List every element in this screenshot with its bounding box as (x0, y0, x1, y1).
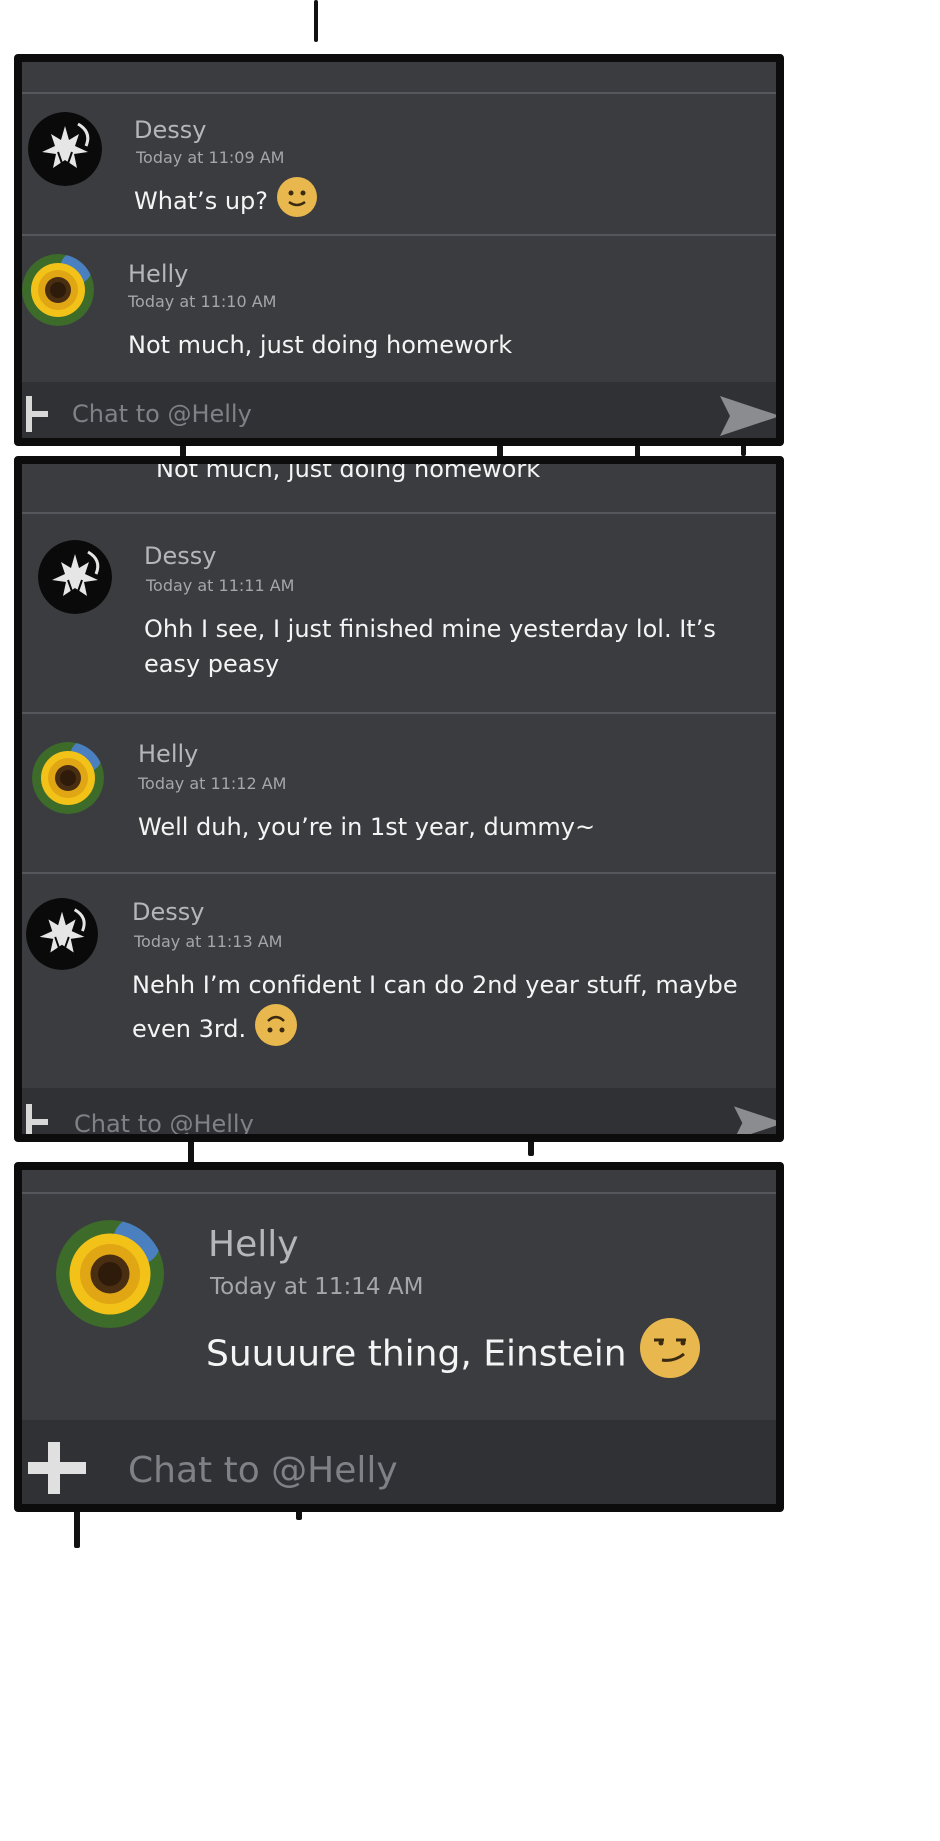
avatar-helly[interactable] (56, 1220, 164, 1328)
plus-icon[interactable] (26, 396, 48, 436)
timestamp: Today at 11:10 AM (128, 292, 277, 311)
message-item: Helly Today at 11:14 AM Suuuure thing, E… (22, 1194, 776, 1420)
timestamp: Today at 11:09 AM (136, 148, 285, 167)
message-text: Not much, just doing homework (128, 331, 513, 359)
timestamp: Today at 11:13 AM (134, 932, 283, 951)
send-icon[interactable] (720, 396, 776, 438)
message-text-content: even 3rd. (132, 1014, 247, 1043)
author-name[interactable]: Dessy (132, 898, 204, 926)
chat-panel-3: Helly Today at 11:14 AM Suuuure thing, E… (14, 1162, 784, 1512)
message-input[interactable]: Chat to @Helly (128, 1450, 398, 1491)
avatar-dessy[interactable] (28, 112, 102, 186)
smirking-face-icon (638, 1316, 702, 1395)
message-item: Dessy Today at 11:09 AM What’s up? (22, 96, 776, 234)
avatar-helly[interactable] (32, 742, 104, 814)
timestamp: Today at 11:11 AM (146, 576, 295, 595)
message-text: What’s up? (134, 176, 318, 228)
message-composer: Chat to @Helly (22, 1088, 776, 1134)
upside-down-face-icon (254, 1003, 298, 1057)
plus-icon[interactable] (28, 1442, 86, 1498)
message-item: Helly Today at 11:12 AM Well duh, you’re… (22, 714, 776, 872)
ink-drip (314, 0, 318, 42)
author-name[interactable]: Dessy (134, 116, 206, 144)
message-text-content: Suuuure thing, Einstein (206, 1333, 627, 1375)
slightly-smiling-face-icon (276, 176, 318, 228)
message-text-line: even 3rd. (132, 1003, 738, 1057)
message-composer: Chat to @Helly (22, 1420, 776, 1504)
message-item: Dessy Today at 11:13 AM Nehh I’m confide… (22, 874, 776, 1084)
author-name[interactable]: Helly (208, 1224, 299, 1265)
message-text-content: What’s up? (134, 186, 269, 215)
plus-icon[interactable] (26, 1104, 48, 1134)
chat-panel-1: Dessy Today at 11:09 AM What’s up? Helly… (14, 54, 784, 446)
message-text-line: easy peasy (144, 649, 280, 678)
avatar-helly[interactable] (22, 254, 94, 326)
ink-drip (74, 1508, 80, 1548)
chat-panel-2: Not much, just doing homework Dessy Toda… (14, 456, 784, 1142)
timestamp: Today at 11:14 AM (210, 1274, 424, 1300)
message-text-cut: Not much, just doing homework (156, 456, 541, 483)
message-input[interactable]: Chat to @Helly (74, 1110, 254, 1134)
message-text-line: Ohh I see, I just finished mine yesterda… (144, 615, 716, 643)
message-item: Dessy Today at 11:11 AM Ohh I see, I jus… (22, 514, 776, 712)
avatar-dessy[interactable] (26, 898, 98, 970)
message-item: Helly Today at 11:10 AM Not much, just d… (22, 236, 776, 382)
message-text: Well duh, you’re in 1st year, dummy~ (138, 813, 596, 841)
author-name[interactable]: Helly (128, 260, 188, 288)
message-text-line: Nehh I’m confident I can do 2nd year stu… (132, 971, 738, 999)
message-composer: Chat to @Helly (22, 382, 776, 438)
author-name[interactable]: Dessy (144, 542, 216, 570)
avatar-dessy[interactable] (38, 540, 112, 614)
message-input[interactable]: Chat to @Helly (72, 400, 252, 428)
message-text: Nehh I’m confident I can do 2nd year stu… (132, 968, 738, 1057)
send-icon[interactable] (734, 1106, 776, 1134)
message-text: Suuuure thing, Einstein (206, 1316, 702, 1395)
message-text: Ohh I see, I just finished mine yesterda… (144, 612, 716, 682)
author-name[interactable]: Helly (138, 740, 198, 768)
timestamp: Today at 11:12 AM (138, 774, 287, 793)
